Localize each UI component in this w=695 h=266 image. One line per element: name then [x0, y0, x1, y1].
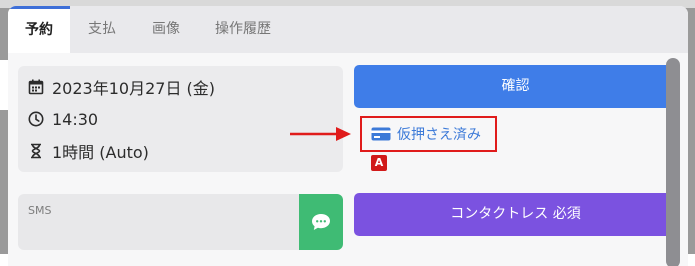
tab-payment[interactable]: 支払 [88, 6, 116, 53]
reservation-time: 14:30 [52, 109, 99, 129]
scrollbar-thumb[interactable] [666, 58, 680, 266]
time-row: 14:30 [28, 107, 98, 131]
sms-send-button[interactable] [299, 194, 343, 250]
confirm-button[interactable]: 確認 [354, 65, 677, 108]
chat-bubble-icon [312, 214, 330, 230]
hold-status-label: 仮押さえ済み [397, 127, 481, 143]
hold-status-link[interactable]: 仮押さえ済み [360, 116, 497, 152]
tab-operation-history[interactable]: 操作履歴 [215, 6, 271, 53]
credit-card-icon [371, 127, 391, 141]
sms-label: SMS [28, 204, 52, 217]
tab-images[interactable]: 画像 [152, 6, 180, 53]
date-row: 2023年10月27日 (金) [28, 75, 215, 99]
duration-row: 1時間 (Auto) [28, 139, 149, 163]
reservation-info-card: 2023年10月27日 (金) 14:30 1時間 (Auto) [18, 66, 343, 172]
reservation-modal: 予約 支払 画像 操作履歴 2023年10月27日 (金) 14:30 1時間 … [8, 6, 688, 266]
reservation-duration: 1時間 (Auto) [52, 143, 149, 162]
annotation-badge: A [371, 155, 387, 171]
reservation-date: 2023年10月27日 (金) [52, 79, 216, 98]
hourglass-icon [31, 143, 41, 159]
clock-icon [28, 111, 44, 127]
right-arrow-icon [290, 125, 352, 147]
sms-field[interactable]: SMS [18, 194, 299, 250]
contactless-required-button[interactable]: コンタクトレス 必須 [354, 193, 677, 236]
tab-bar: 予約 支払 画像 操作履歴 [8, 6, 688, 53]
tab-reservation[interactable]: 予約 [8, 6, 70, 53]
calendar-icon [28, 79, 44, 95]
background-page-edge [0, 60, 8, 110]
